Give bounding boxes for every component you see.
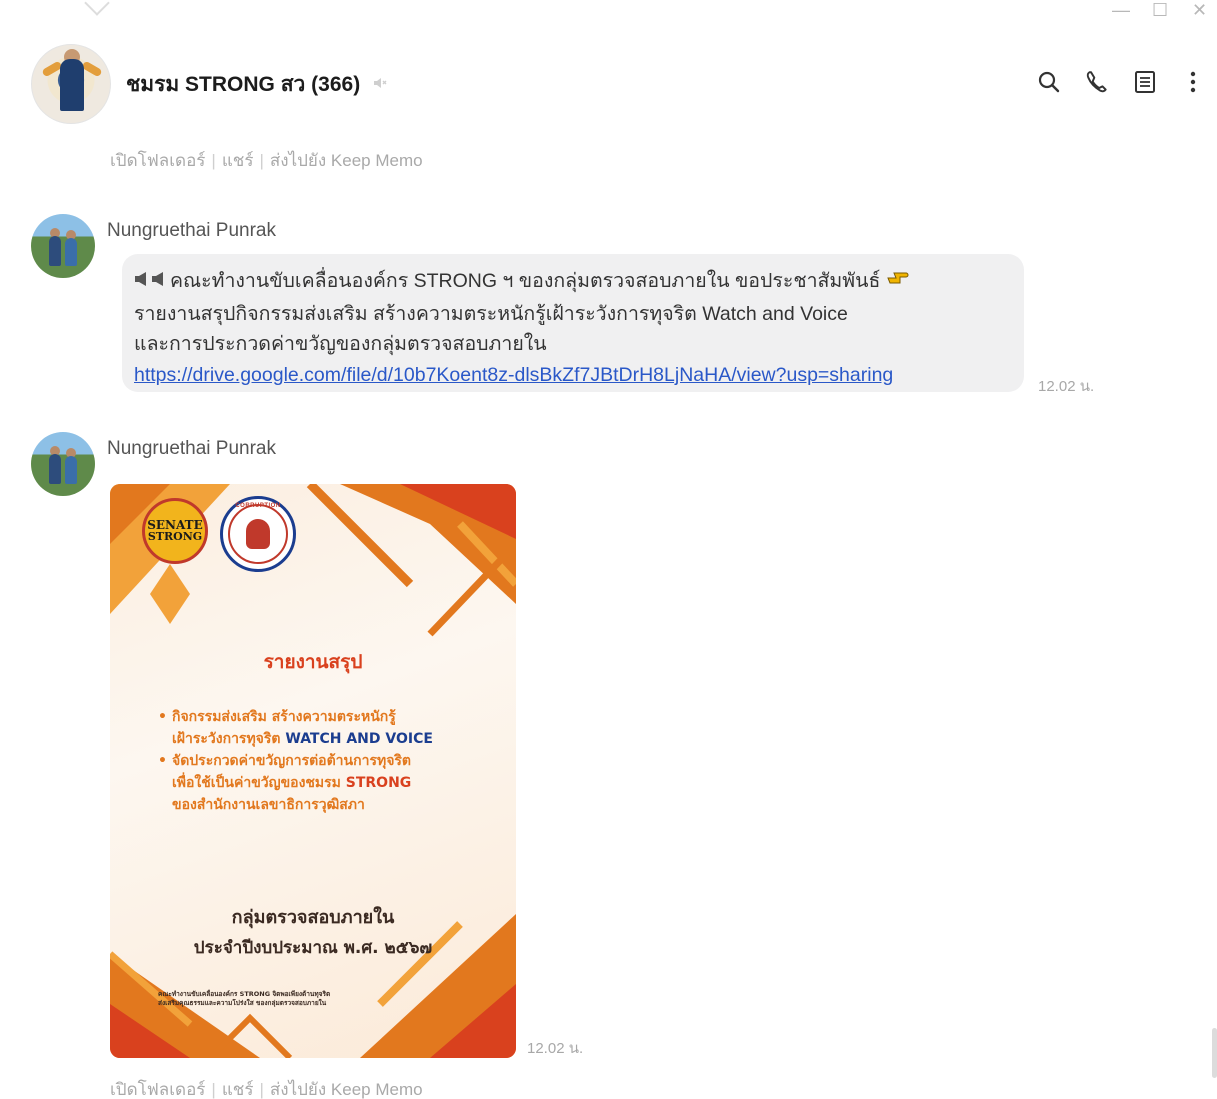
close-button[interactable]: ✕ — [1192, 0, 1207, 22]
logo-figure — [246, 519, 270, 549]
share-link[interactable]: แชร์ — [222, 1076, 254, 1099]
avatar-arm-right — [81, 60, 103, 78]
message-time: 12.02 น. — [1038, 378, 1095, 395]
logo-ring — [228, 504, 288, 564]
bullet-text: กิจกรรมส่งเสริม สร้างความตระหนักรู้ — [172, 709, 396, 725]
poster-year: ประจำปีงบประมาณ พ.ศ. ๒๕๖๗ — [193, 938, 433, 958]
mute-icon — [372, 75, 388, 94]
message-actions-bottom: เปิดโฟลเดอร์ | แชร์ | ส่งไปยัง Keep Memo — [110, 1076, 423, 1099]
logo-text: CORRUPTION — [235, 503, 281, 509]
poster-bullets: กิจกรรมส่งเสริม สร้างความตระหนักรู้ เฝ้า… — [158, 706, 478, 816]
avatar-figure — [65, 238, 77, 266]
separator: | — [211, 150, 216, 170]
collapse-chevron-icon[interactable] — [84, 0, 110, 16]
logo-text: STRONG — [147, 530, 203, 543]
send-to-keep-link[interactable]: ส่งไปยัง Keep Memo — [270, 147, 423, 174]
megaphone-icon — [134, 268, 168, 299]
sender-name[interactable]: Nungruethai Punrak — [107, 220, 276, 242]
footer-text: ส่งเสริมคุณธรรมและความโปร่งใส ของกลุ่มตร… — [158, 999, 327, 1007]
notes-icon[interactable] — [1121, 64, 1169, 100]
pointing-hand-icon — [886, 270, 910, 292]
separator: | — [211, 1079, 216, 1099]
bullet-text: ของสำนักงานเลขาธิการวุฒิสภา — [172, 797, 365, 813]
group-avatar[interactable] — [31, 44, 111, 124]
avatar-figure — [60, 59, 84, 111]
bullet-text: เฝ้าระวังการทุจริต — [172, 731, 281, 747]
search-icon[interactable] — [1025, 64, 1073, 100]
separator: | — [259, 1079, 264, 1099]
drive-link[interactable]: https://drive.google.com/file/d/10b7Koen… — [134, 364, 893, 386]
poster-footer: คณะทำงานขับเคลื่อนองค์กร STRONG จิตพอเพี… — [158, 990, 418, 1008]
phone-icon[interactable] — [1073, 64, 1121, 100]
senate-strong-logo: SENATE STRONG — [142, 498, 208, 564]
poster-bullet: จัดประกวดค่าขวัญการต่อต้านการทุจริต เพื่… — [158, 750, 478, 816]
chat-title[interactable]: ชมรม STRONG สว (366) — [126, 68, 388, 101]
avatar-figure — [49, 236, 61, 266]
bullet-highlight: WATCH AND VOICE — [285, 731, 433, 747]
more-icon[interactable] — [1169, 64, 1217, 100]
footer-text: คณะทำงานขับเคลื่อนองค์กร STRONG จิตพอเพี… — [158, 990, 331, 998]
message-bubble[interactable]: คณะทำงานขับเคลื่อนองค์กร STRONG ฯ ของกลุ… — [122, 254, 1024, 392]
anti-corruption-logo: CORRUPTION — [220, 496, 296, 572]
open-folder-link[interactable]: เปิดโฟลเดอร์ — [110, 147, 205, 174]
maximize-button[interactable]: ☐ — [1152, 0, 1168, 22]
chat-title-text: ชมรม STRONG สว (366) — [126, 73, 361, 96]
minimize-button[interactable]: — — [1112, 0, 1130, 22]
poster-title: รายงานสรุป — [263, 651, 363, 673]
poster-org: กลุ่มตรวจสอบภายใน — [231, 907, 395, 928]
poster-bullet: กิจกรรมส่งเสริม สร้างความตระหนักรู้ เฝ้า… — [158, 706, 478, 750]
share-link[interactable]: แชร์ — [222, 147, 254, 174]
open-folder-link[interactable]: เปิดโฟลเดอร์ — [110, 1076, 205, 1099]
scrollbar[interactable] — [1212, 1028, 1217, 1078]
bullet-text: จัดประกวดค่าขวัญการต่อต้านการทุจริต — [172, 753, 412, 769]
sender-name[interactable]: Nungruethai Punrak — [107, 438, 276, 460]
avatar-figure — [49, 454, 61, 484]
message-text-line-2: รายงานสรุปกิจกรรมส่งเสริม สร้างความตระหน… — [134, 302, 848, 325]
message-line: คณะทำงานขับเคลื่อนองค์กร STRONG ฯ ของกลุ… — [134, 266, 1008, 299]
separator: | — [259, 150, 264, 170]
bullet-text: เพื่อใช้เป็นค่าขวัญของชมรม — [172, 775, 341, 791]
sender-avatar[interactable] — [31, 432, 95, 496]
shared-image[interactable]: SENATE STRONG CORRUPTION รายงานสรุป กิจก… — [110, 484, 516, 1058]
message-actions-top: เปิดโฟลเดอร์ | แชร์ | ส่งไปยัง Keep Memo — [110, 147, 423, 174]
send-to-keep-link[interactable]: ส่งไปยัง Keep Memo — [270, 1076, 423, 1099]
message-text-line-1: คณะทำงานขับเคลื่อนองค์กร STRONG ฯ ของกลุ… — [170, 270, 881, 292]
sender-avatar[interactable] — [31, 214, 95, 278]
avatar-figure — [65, 456, 77, 484]
message-text-line-3: และการประกวดค่าขวัญของกลุ่มตรวจสอบภายใน — [134, 333, 547, 355]
chat-header: ชมรม STRONG สว (366) — [0, 36, 1217, 132]
message-time: 12.02 น. — [527, 1040, 584, 1057]
bullet-highlight: STRONG — [345, 775, 412, 791]
header-actions — [1025, 64, 1217, 100]
